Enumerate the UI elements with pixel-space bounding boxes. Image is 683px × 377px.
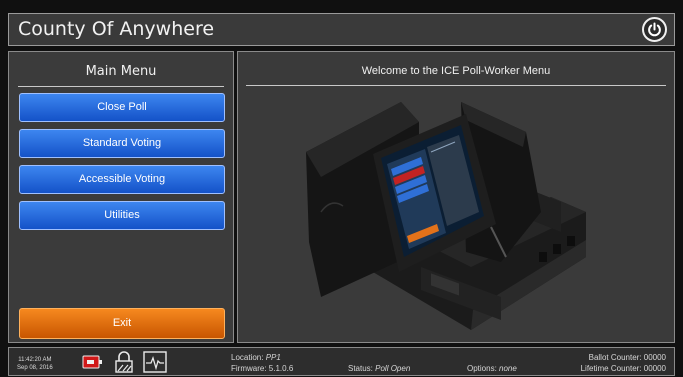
- options-value: none: [499, 364, 517, 373]
- power-button[interactable]: [642, 17, 667, 42]
- firmware-value: 5.1.0.6: [268, 364, 294, 373]
- welcome-panel: Welcome to the ICE Poll-Worker Menu: [237, 51, 675, 343]
- location-label: Location:: [231, 353, 264, 362]
- lock-icon: [115, 351, 133, 373]
- clock-time: 11:42:20 AM: [18, 357, 52, 363]
- close-poll-button[interactable]: Close Poll: [19, 93, 225, 122]
- status-value: Poll Open: [375, 364, 411, 373]
- firmware-label: Firmware:: [231, 364, 267, 373]
- ballot-counter: Ballot Counter: 00000: [588, 353, 666, 362]
- header-bar: County Of Anywhere: [8, 13, 675, 46]
- voting-machine-image: [306, 102, 586, 330]
- lifetime-counter: Lifetime Counter: 00000: [580, 364, 666, 373]
- location-value: PP1: [265, 353, 281, 362]
- poll-status: Status: Poll Open: [348, 364, 410, 373]
- status-label: Status:: [348, 364, 373, 373]
- divider: [18, 86, 224, 87]
- main-menu-panel: Main Menu Close Poll Standard Voting Acc…: [8, 51, 234, 343]
- standard-voting-button[interactable]: Standard Voting: [19, 129, 225, 158]
- options-label: Options:: [467, 364, 497, 373]
- clock: 11:42:20 AM Sep 08, 2016: [17, 356, 53, 372]
- firmware-info: Firmware: 5.1.0.6: [231, 364, 293, 373]
- power-icon: [648, 22, 661, 37]
- welcome-heading: Welcome to the ICE Poll-Worker Menu: [361, 65, 551, 77]
- accessible-voting-button[interactable]: Accessible Voting: [19, 165, 225, 194]
- main-menu-title: Main Menu: [85, 64, 157, 79]
- options-info: Options: none: [467, 364, 517, 373]
- county-title: County Of Anywhere: [18, 18, 215, 40]
- status-bar: 11:42:20 AM Sep 08, 2016 Location: PP1 F…: [8, 347, 675, 376]
- utilities-button[interactable]: Utilities: [19, 201, 225, 230]
- exit-button[interactable]: Exit: [19, 308, 225, 339]
- clock-date: Sep 08, 2016: [17, 365, 53, 371]
- battery-plug-icon: [82, 355, 102, 369]
- heartbeat-icon: [143, 351, 167, 373]
- divider: [246, 85, 666, 86]
- location-info: Location: PP1: [231, 353, 281, 362]
